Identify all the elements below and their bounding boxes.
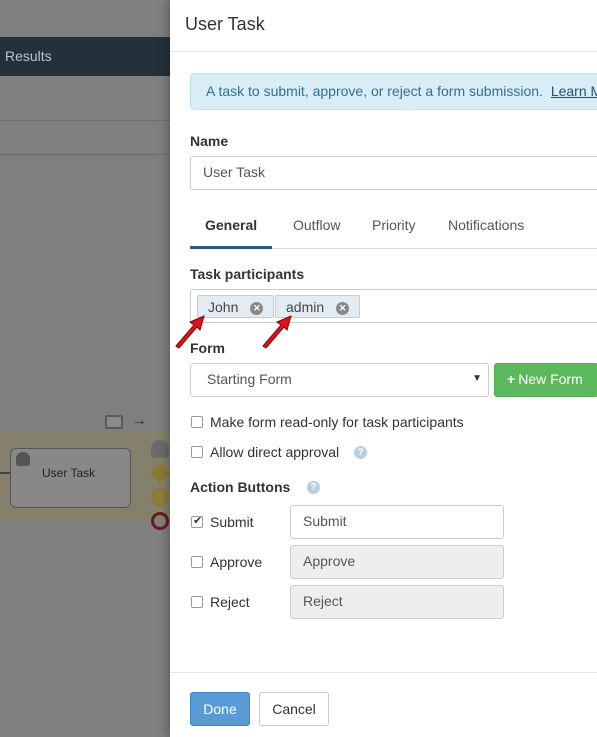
tab-bar: General Outflow Priority Notifications [190,208,597,249]
task-participants-label: Task participants [190,266,305,282]
background-connector-line [0,472,10,474]
submit-input-value: Submit [303,513,347,529]
person-icon [151,440,169,458]
cancel-button[interactable]: Cancel [259,692,329,726]
tab-notifications-label: Notifications [448,217,525,233]
direct-approval-checkbox[interactable] [191,446,203,458]
readonly-label: Make form read-only for task participant… [210,414,464,430]
red-pointer-arrow [262,315,292,349]
person-icon [16,452,30,466]
reject-checkbox[interactable] [191,596,203,608]
direct-approval-label: Allow direct approval [210,444,340,460]
info-text: A task to submit, approve, or reject a f… [206,83,543,99]
tab-priority-label: Priority [372,217,416,233]
form-select[interactable]: Starting Form ▼ [190,363,489,397]
tab-general-label: General [205,217,258,233]
tab-outflow-label: Outflow [293,217,341,233]
participants-input[interactable]: John ✕ admin ✕ [190,289,597,323]
submit-text-input[interactable]: Submit [290,505,504,539]
submit-label: Submit [210,514,254,530]
background-divider [0,120,170,121]
gateway-icon [150,463,170,483]
background-task-label: User Task [42,466,96,480]
participant-name: John [208,299,239,315]
background-results-label: Results [5,48,52,64]
learn-more-link[interactable]: Learn M [551,83,597,99]
done-label: Done [203,701,237,717]
reject-label: Reject [210,594,250,610]
approve-input-value: Approve [303,553,356,569]
name-input-value: User Task [203,164,265,180]
plus-icon: + [507,371,516,387]
tab-priority[interactable]: Priority [357,208,431,249]
new-form-label: New Form [518,371,583,387]
reject-text-input: Reject [290,585,504,619]
action-buttons-label: Action Buttons [190,479,291,495]
reject-input-value: Reject [303,593,343,609]
name-label: Name [190,133,229,149]
panel-title: User Task [185,14,265,34]
footer-divider [170,672,597,673]
help-icon[interactable]: ? [307,481,320,494]
form-select-value: Starting Form [207,371,292,387]
background-palette [150,440,170,532]
approve-text-input: Approve [290,545,504,579]
end-event-icon [151,512,169,530]
help-icon[interactable]: ? [354,446,367,459]
approve-checkbox[interactable] [191,556,203,568]
name-input[interactable]: User Task [190,156,597,190]
timer-icon [151,488,169,506]
new-form-button[interactable]: + New Form [494,363,597,397]
panel-header: User Task [170,0,597,52]
info-alert: A task to submit, approve, or reject a f… [190,73,597,110]
red-pointer-arrow [175,315,205,349]
background-comment-icon [105,415,123,429]
submit-checkbox[interactable] [191,514,203,528]
approve-label: Approve [210,554,263,570]
background-arrow-icon: → [131,412,147,429]
background-divider [0,154,170,155]
done-button[interactable]: Done [190,692,250,726]
cancel-label: Cancel [272,701,316,717]
user-task-panel: User Task A task to submit, approve, or … [170,0,597,737]
remove-tag-icon[interactable]: ✕ [336,302,350,315]
readonly-checkbox[interactable] [191,416,203,428]
tab-general[interactable]: General [190,208,273,249]
tab-notifications[interactable]: Notifications [433,208,539,249]
caret-down-icon: ▼ [472,373,482,384]
tab-outflow[interactable]: Outflow [278,208,355,249]
